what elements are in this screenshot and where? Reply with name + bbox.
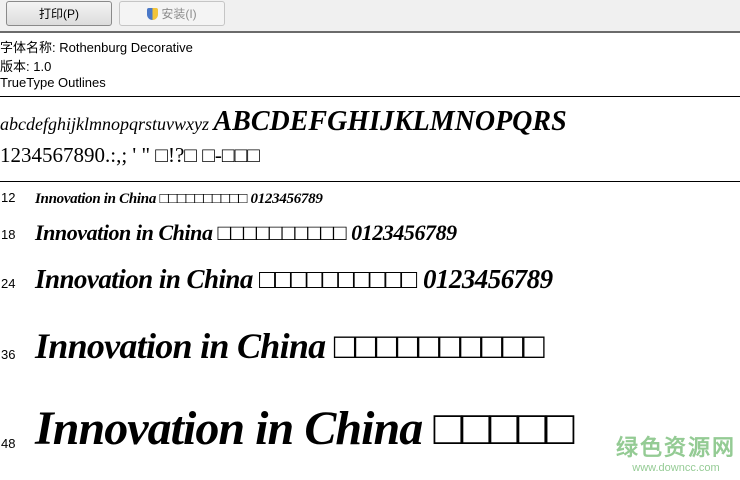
toolbar: 打印(P) 安装(I) (0, 0, 740, 33)
font-name: 字体名称: Rothenburg Decorative (0, 40, 193, 55)
sample-size: 48 (1, 436, 16, 451)
sample-text: Innovation in China □□□□□□□□□□ 012345678… (35, 191, 323, 207)
sample-text: Innovation in China □□□□□□□□□□ (35, 326, 545, 366)
font-version: 版本: 1.0 (0, 59, 52, 74)
sample-row: 36 Innovation in China □□□□□□□□□□ (0, 326, 545, 366)
watermark: 绿色资源网 www.downcc.com (616, 430, 736, 474)
sample-row: 24 Innovation in China □□□□□□□□□□ 012345… (0, 266, 553, 293)
sample-text: Innovation in China □□□□□□□□□□ 012345678… (35, 220, 457, 245)
watermark-url: www.downcc.com (632, 462, 720, 474)
sample-row: 12 Innovation in China □□□□□□□□□□ 012345… (0, 190, 323, 207)
divider (0, 96, 740, 97)
charset-digits: 1234567890.:,; ' " □!?□ □-□□□ (0, 143, 260, 167)
charset-upper: ABCDEFGHIJKLMNOPQRS (213, 106, 567, 137)
sample-size: 12 (1, 190, 16, 205)
shield-icon (147, 7, 159, 20)
install-label: 安装(I) (161, 7, 197, 21)
charset-lowercase-uppercase: abcdefghijklmnopqrstuvwxyz ABCDEFGHIJKLM… (0, 106, 567, 138)
sample-size: 36 (1, 347, 16, 362)
sample-size: 18 (1, 227, 16, 242)
sample-size: 24 (1, 276, 16, 291)
divider (0, 181, 740, 182)
charset-lower: abcdefghijklmnopqrstuvwxyz (0, 114, 209, 134)
font-outline-type: TrueType Outlines (0, 75, 106, 90)
sample-row: 48 Innovation in China □□□□□ (0, 402, 574, 455)
install-button[interactable]: 安装(I) (119, 1, 225, 26)
watermark-title: 绿色资源网 (615, 435, 736, 460)
sample-text: Innovation in China □□□□□ (35, 402, 574, 455)
sample-row: 18 Innovation in China □□□□□□□□□□ 012345… (0, 222, 457, 244)
sample-text: Innovation in China □□□□□□□□□□ 012345678… (35, 264, 553, 294)
print-button[interactable]: 打印(P) (6, 1, 112, 26)
